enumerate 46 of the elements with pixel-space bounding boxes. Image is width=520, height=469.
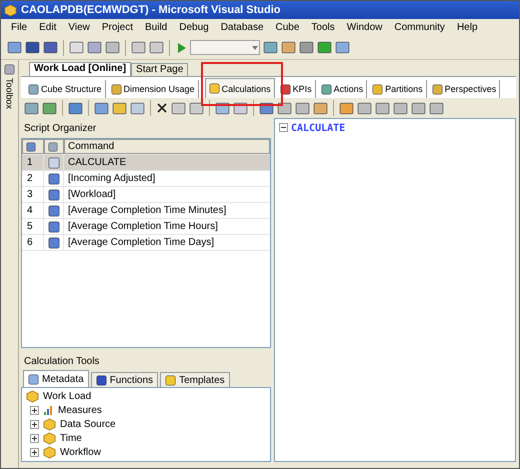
tree-item[interactable]: Work Load <box>43 391 92 402</box>
code-line: CALCULATE <box>291 123 346 134</box>
tree-item[interactable]: Data Source <box>60 419 116 430</box>
app-icon <box>4 4 17 16</box>
menu-item[interactable]: View <box>62 22 96 33</box>
caret-icon <box>251 44 259 50</box>
menu-item[interactable]: Project <box>96 22 139 33</box>
menu-item[interactable]: Community <box>388 22 451 33</box>
menu-item[interactable]: Debug <box>173 22 215 33</box>
tree-item[interactable]: Measures <box>58 405 102 416</box>
tool-tab[interactable]: Templates <box>160 372 230 387</box>
dimension-icon <box>43 418 56 431</box>
designer-tab[interactable]: Calculations <box>204 78 275 98</box>
play-icon[interactable] <box>175 42 187 54</box>
collapse-icon[interactable] <box>279 123 288 132</box>
toolbox-strip[interactable]: Toolbox <box>1 60 19 468</box>
expand-icon[interactable] <box>30 434 39 443</box>
menu-item[interactable]: Cube <box>270 22 306 33</box>
expand-icon[interactable] <box>30 448 39 457</box>
menu-item[interactable]: File <box>5 22 34 33</box>
document-tab[interactable]: Work Load [Online] <box>29 62 132 76</box>
menu-item[interactable]: Database <box>214 22 270 33</box>
expand-icon[interactable] <box>30 420 39 429</box>
toolbox-label[interactable]: Toolbox <box>4 78 14 110</box>
dimension-icon <box>43 446 56 459</box>
column-header[interactable] <box>22 139 44 154</box>
delete-icon[interactable] <box>156 102 168 114</box>
menu-item[interactable]: Build <box>138 22 174 33</box>
expand-icon[interactable] <box>30 406 39 415</box>
tree-item[interactable]: Time <box>60 433 82 444</box>
bar-chart-icon <box>43 405 54 416</box>
menu-item[interactable]: Window <box>340 22 388 33</box>
menu-item[interactable]: Tools <box>305 22 341 33</box>
column-header[interactable] <box>44 139 64 154</box>
dimension-icon <box>43 432 56 445</box>
menu-item[interactable]: Help <box>450 22 484 33</box>
menu-item[interactable]: Edit <box>33 22 62 33</box>
row-number: 1 <box>22 155 44 170</box>
tool-tab[interactable]: Functions <box>90 372 158 387</box>
document-tab[interactable]: Start Page <box>131 63 188 76</box>
tool-tab[interactable]: Metadata <box>23 370 89 387</box>
window-title: CAOLAPDB(ECMWDGT) - Microsoft Visual Studio <box>21 4 281 16</box>
script-editor[interactable]: CALCULATE <box>274 118 516 462</box>
command-cell[interactable]: CALCULATE <box>64 155 270 170</box>
column-header[interactable]: Command <box>64 139 270 154</box>
tree-item[interactable]: Workflow <box>60 447 101 458</box>
